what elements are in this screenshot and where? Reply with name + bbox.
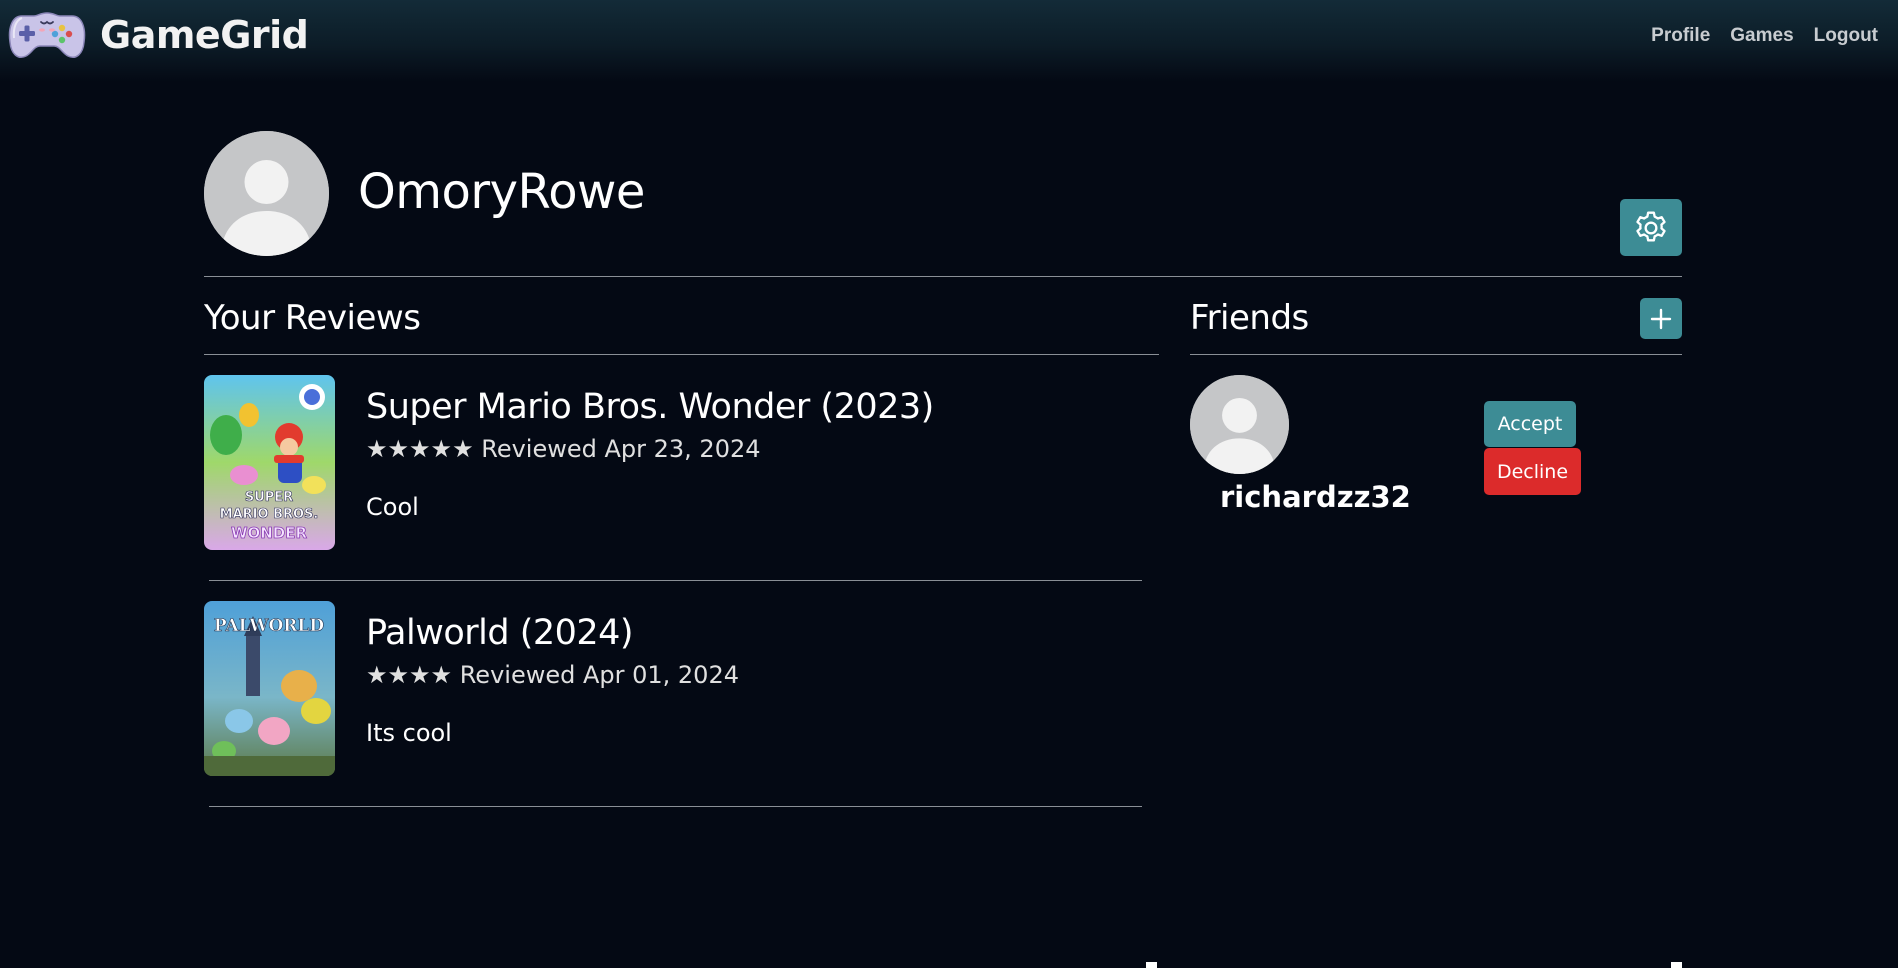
reviews-divider [204,354,1159,355]
review-item[interactable]: SUPER MARIO BROS. WONDER Super Mario Bro… [204,375,1154,580]
brand-name: GameGrid [100,13,309,57]
review-meta: ★★★★★ Reviewed Apr 23, 2024 [366,435,761,463]
review-stars: ★★★★ [366,661,453,689]
nav-link-profile[interactable]: Profile [1651,25,1710,47]
gear-icon [1636,211,1666,241]
nav-link-logout[interactable]: Logout [1814,25,1878,47]
nav-link-games[interactable]: Games [1730,25,1793,47]
accept-button[interactable]: Accept [1484,401,1576,447]
add-friend-button[interactable] [1640,298,1682,339]
review-stars: ★★★★★ [366,435,474,463]
review-text: Its cool [366,719,452,747]
review-divider [209,580,1142,581]
review-date: Reviewed Apr 23, 2024 [481,435,761,463]
cover-title-line: SUPER [245,490,293,505]
default-user-icon [204,131,329,256]
plus-icon [1650,308,1672,329]
review-date: Reviewed Apr 01, 2024 [459,661,739,689]
cover-title-line: PALWORLD [214,616,325,636]
friend-avatar[interactable] [1190,375,1289,474]
navbar: GameGrid Profile Games Logout [0,0,1898,82]
friends-divider [1190,354,1682,355]
edge-marker [1671,962,1682,968]
default-user-icon [1190,375,1289,474]
avatar [204,131,329,256]
settings-button[interactable] [1620,199,1682,256]
review-meta: ★★★★ Reviewed Apr 01, 2024 [366,661,739,689]
cover-title-line: MARIO BROS. [220,507,319,522]
game-cover-image[interactable]: SUPER MARIO BROS. WONDER [204,375,335,550]
cover-title-line: WONDER [231,524,308,542]
friend-name[interactable]: richardzz32 [1220,480,1411,514]
review-game-title[interactable]: Super Mario Bros. Wonder (2023) [366,387,934,427]
review-text: Cool [366,493,419,521]
decline-button[interactable]: Decline [1484,448,1581,495]
nav-links: Profile Games Logout [1651,25,1878,47]
brand[interactable]: GameGrid [8,8,309,62]
profile-divider [204,276,1682,277]
friends-heading: Friends [1190,298,1309,338]
profile-username: OmoryRowe [358,164,645,220]
review-game-title[interactable]: Palworld (2024) [366,613,634,653]
edge-marker [1146,962,1157,968]
reviews-heading: Your Reviews [204,298,421,338]
gamepad-icon [8,12,86,58]
review-item[interactable]: PALWORLD Palworld (2024) ★★★★ Reviewed A… [204,601,1154,806]
review-divider [209,806,1142,807]
game-cover-image[interactable]: PALWORLD [204,601,335,776]
